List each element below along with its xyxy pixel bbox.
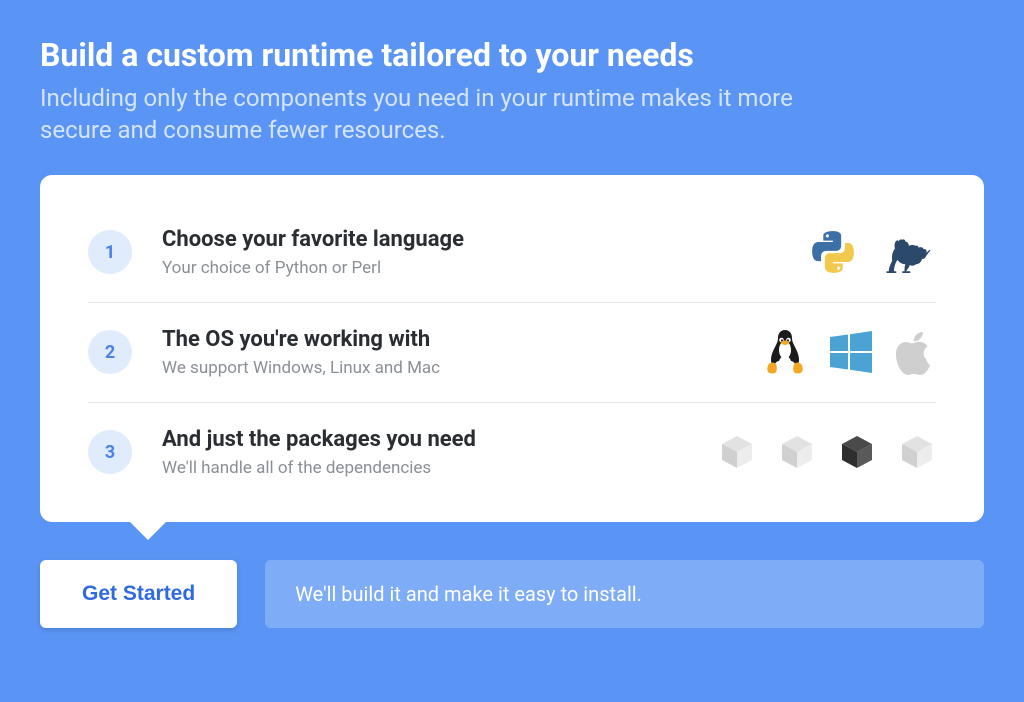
apple-icon [896,328,936,376]
python-icon [808,227,858,277]
step-3: 3 And just the packages you need We'll h… [88,403,936,502]
package-icon [898,433,936,471]
windows-icon [828,329,874,375]
step-1: 1 Choose your favorite language Your cho… [88,203,936,302]
step-title: And just the packages you need [162,427,718,452]
cta-info: We'll build it and make it easy to insta… [265,560,984,628]
hero-title: Build a custom runtime tailored to your … [40,36,984,74]
step-desc: Your choice of Python or Perl [162,258,808,278]
steps-card: 1 Choose your favorite language Your cho… [40,175,984,522]
perl-icon [880,227,936,277]
step-badge: 1 [88,230,132,274]
step-badge: 2 [88,330,132,374]
step-badge: 3 [88,430,132,474]
step-title: The OS you're working with [162,327,764,352]
step-title: Choose your favorite language [162,227,808,252]
step-desc: We'll handle all of the dependencies [162,458,718,478]
package-icon-selected [838,433,876,471]
package-icon [718,433,756,471]
get-started-button[interactable]: Get Started [40,560,237,628]
package-icon [778,433,816,471]
hero-subtitle: Including only the components you need i… [40,82,820,147]
step-desc: We support Windows, Linux and Mac [162,358,764,378]
step-2: 2 The OS you're working with We support … [88,303,936,402]
linux-icon [764,328,806,376]
